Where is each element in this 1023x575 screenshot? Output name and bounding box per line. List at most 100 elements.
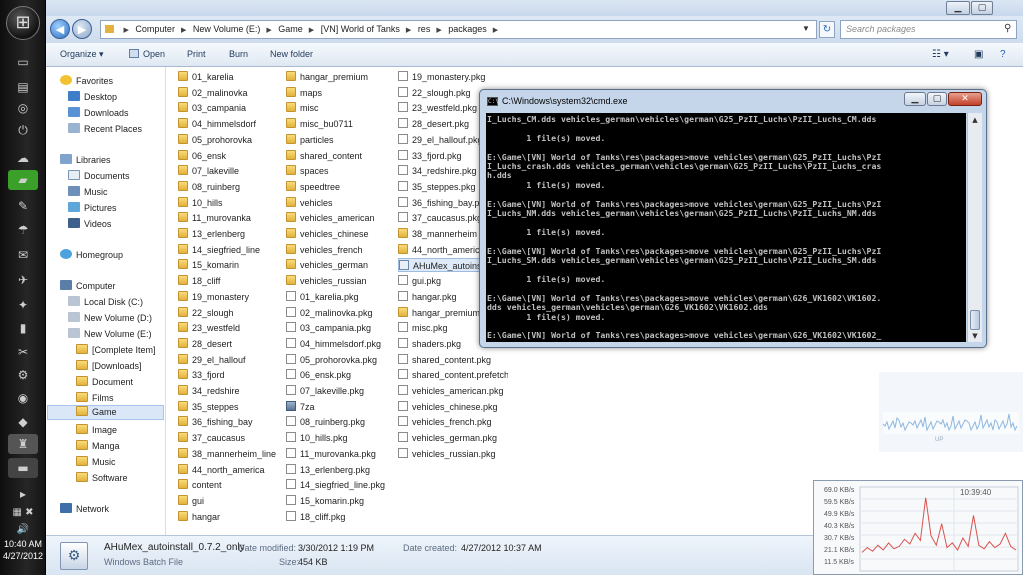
folder-item[interactable]: 04_himmelsdorf (178, 117, 288, 131)
nav-music[interactable]: Music (68, 186, 108, 197)
app-icon[interactable]: ✉ (8, 245, 38, 265)
folder-item[interactable]: 36_fishing_bay (178, 415, 288, 429)
clock[interactable]: 10:40 AM 4/27/2012 (2, 538, 44, 562)
scroll-down-icon[interactable]: ▼ (970, 331, 980, 341)
folder-item[interactable]: 15_komarin (178, 258, 288, 272)
folder-item[interactable]: vehicles_german (286, 258, 386, 272)
folder-item[interactable]: 06_ensk (178, 149, 288, 163)
nav-folder[interactable]: [Downloads] (76, 360, 142, 371)
app-icon[interactable]: ▮ (8, 318, 38, 338)
minimize-button[interactable]: ▁ (946, 1, 970, 15)
volume-icon[interactable]: 🔊 (8, 520, 38, 540)
folder-item[interactable]: hangar (178, 510, 288, 524)
file-item[interactable]: 01_karelia.pkg (286, 290, 386, 304)
cmd-close-button[interactable]: ✕ (948, 92, 982, 106)
address-bar[interactable]: ▶ Computer ▶ New Volume (E:) ▶ Game ▶ [VN] … (100, 20, 817, 39)
view-options-icon[interactable]: ☷ ▾ (932, 49, 949, 60)
app-icon[interactable]: ⚙ (8, 365, 38, 385)
folder-item[interactable]: 14_siegfried_line (178, 243, 288, 257)
nav-folder[interactable]: [Complete Item] (76, 344, 156, 355)
file-item[interactable]: 14_siegfried_line.pkg (286, 478, 386, 492)
folder-item[interactable]: hangar_premium (286, 70, 386, 84)
search-input[interactable]: Search packages (840, 20, 1017, 39)
file-item[interactable]: vehicles_american.pkg (398, 384, 508, 398)
file-item[interactable]: shared_content.pkg (398, 353, 508, 367)
nav-favorites[interactable]: Favorites (60, 75, 113, 86)
file-item[interactable]: 15_komarin.pkg (286, 494, 386, 508)
app-icon[interactable]: ✂ (8, 342, 38, 362)
folder-item[interactable]: 38_mannerheim_line (178, 447, 288, 461)
new-folder-button[interactable]: New folder (270, 49, 313, 59)
nav-network[interactable]: Network (60, 503, 109, 514)
power-icon[interactable]: ⏻ (8, 120, 38, 140)
open-button[interactable]: Open (129, 49, 165, 59)
file-item[interactable]: vehicles_russian.pkg (398, 447, 508, 461)
folder-item[interactable]: 35_steppes (178, 400, 288, 414)
preview-pane-icon[interactable]: ▣ (974, 49, 983, 60)
nav-folder-game[interactable]: Game (47, 405, 164, 420)
file-item[interactable]: vehicles_french.pkg (398, 415, 508, 429)
nav-local-disk[interactable]: Local Disk (C:) (68, 296, 143, 307)
nav-recent-places[interactable]: Recent Places (68, 123, 142, 134)
folder-item[interactable]: shared_content (286, 149, 386, 163)
console-output[interactable]: I_Luchs_CM.dds vehicles_german\vehicles\… (486, 113, 966, 342)
burn-button[interactable]: Burn (229, 49, 248, 59)
file-item[interactable]: 08_ruinberg.pkg (286, 415, 386, 429)
nav-homegroup[interactable]: Homegroup (60, 249, 123, 260)
console-scrollbar[interactable]: ▲ ▼ (967, 113, 982, 342)
file-item[interactable]: 7za (286, 400, 386, 414)
nav-volume-e[interactable]: New Volume (E:) (68, 328, 152, 339)
breadcrumb-item[interactable]: Computer (135, 24, 175, 34)
organize-button[interactable]: Organize ▾ (60, 49, 104, 60)
folder-item[interactable]: particles (286, 133, 386, 147)
scroll-up-icon[interactable]: ▲ (970, 115, 980, 125)
nav-folder[interactable]: Manga (76, 440, 120, 451)
nav-pictures[interactable]: Pictures (68, 202, 117, 213)
file-item[interactable]: 19_monastery.pkg (398, 70, 508, 84)
folder-item[interactable]: 01_karelia (178, 70, 288, 84)
folder-item[interactable]: vehicles_american (286, 211, 386, 225)
media-icon[interactable]: ◎ (8, 98, 38, 118)
file-item[interactable]: 07_lakeville.pkg (286, 384, 386, 398)
nav-videos[interactable]: Videos (68, 218, 111, 229)
nav-desktop[interactable]: Desktop (68, 91, 117, 102)
window-icon[interactable]: ▤ (8, 77, 38, 97)
nav-folder[interactable]: Software (76, 472, 128, 483)
network-tray-icon[interactable]: ☁ (8, 148, 38, 168)
refresh-icon[interactable]: ↻ (819, 21, 835, 38)
nav-computer[interactable]: Computer (60, 280, 116, 291)
breadcrumb-item[interactable]: res (418, 24, 431, 34)
folder-item[interactable]: 29_el_hallouf (178, 353, 288, 367)
folder-item[interactable]: content (178, 478, 288, 492)
folder-item[interactable]: 18_cliff (178, 274, 288, 288)
desktop-icon[interactable]: ▭ (8, 52, 38, 72)
folder-item[interactable]: 07_lakeville (178, 164, 288, 178)
folder-item[interactable]: spaces (286, 164, 386, 178)
folder-item[interactable]: 37_caucasus (178, 431, 288, 445)
folder-item[interactable]: speedtree (286, 180, 386, 194)
app-icon[interactable]: ✦ (8, 295, 38, 315)
app-icon[interactable]: ◆ (8, 412, 38, 432)
cmd-window[interactable]: C:\ C:\Windows\system32\cmd.exe ▁ ▢ ✕ I_… (479, 89, 987, 348)
folder-item[interactable]: misc_bu0711 (286, 117, 386, 131)
file-item[interactable]: 13_erlenberg.pkg (286, 463, 386, 477)
show-hidden-icons-icon[interactable]: ▸ (8, 484, 38, 504)
file-item[interactable]: vehicles_german.pkg (398, 431, 508, 445)
folder-item[interactable]: 22_slough (178, 306, 288, 320)
folder-item[interactable]: vehicles_french (286, 243, 386, 257)
file-item[interactable]: 03_campania.pkg (286, 321, 386, 335)
cmd-taskbar-icon[interactable]: ▬ (8, 458, 38, 478)
folder-item[interactable]: maps (286, 86, 386, 100)
file-item[interactable]: 10_hills.pkg (286, 431, 386, 445)
nav-documents[interactable]: Documents (68, 170, 130, 181)
folder-item[interactable]: 13_erlenberg (178, 227, 288, 241)
folder-item[interactable]: 23_westfeld (178, 321, 288, 335)
folder-item[interactable]: 02_malinovka (178, 86, 288, 100)
file-item[interactable]: shared_content.prefetch (398, 368, 508, 382)
folder-item[interactable]: gui (178, 494, 288, 508)
folder-item[interactable]: 05_prohorovka (178, 133, 288, 147)
file-item[interactable]: 05_prohorovka.pkg (286, 353, 386, 367)
file-item[interactable]: 06_ensk.pkg (286, 368, 386, 382)
folder-item[interactable]: vehicles (286, 196, 386, 210)
breadcrumb-item[interactable]: Game (278, 24, 303, 34)
